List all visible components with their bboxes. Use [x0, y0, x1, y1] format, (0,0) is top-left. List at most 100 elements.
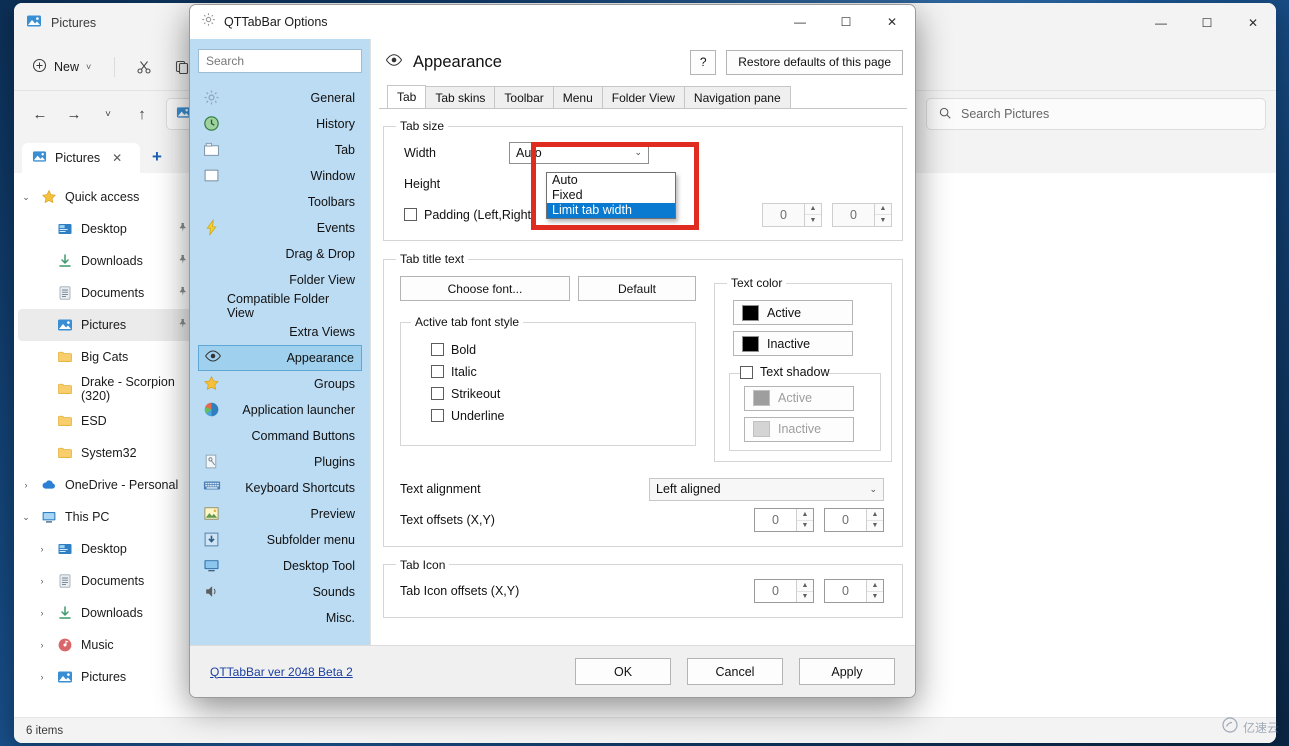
- padding-checkbox[interactable]: Padding (Left,Right): [394, 208, 535, 222]
- choose-font-button[interactable]: Choose font...: [400, 276, 570, 301]
- dialog-maximize-button[interactable]: ☐: [823, 5, 869, 39]
- spinner-buttons[interactable]: ▲ ▼: [866, 580, 883, 602]
- apply-button[interactable]: Apply: [799, 658, 895, 685]
- chevron-icon[interactable]: ⌄: [18, 512, 34, 523]
- spinner-buttons[interactable]: ▲ ▼: [796, 509, 813, 531]
- spinner-down-icon[interactable]: ▼: [805, 215, 821, 226]
- spinner-up-icon[interactable]: ▲: [797, 509, 813, 521]
- version-link[interactable]: QTTabBar ver 2048 Beta 2: [210, 665, 353, 679]
- dropdown-option-limit-tab-width[interactable]: Limit tab width: [547, 203, 675, 218]
- restore-defaults-button[interactable]: Restore defaults of this page: [726, 49, 903, 75]
- sidebar-item-preview[interactable]: Preview: [198, 501, 362, 527]
- spinner-buttons[interactable]: ▲ ▼: [796, 580, 813, 602]
- tab-tab-skins[interactable]: Tab skins: [425, 86, 496, 108]
- chevron-icon[interactable]: ›: [34, 640, 50, 650]
- chevron-icon[interactable]: ›: [34, 608, 50, 618]
- explorer-minimize-button[interactable]: —: [1138, 3, 1184, 43]
- padding-x-spinner[interactable]: 0 ▲ ▼: [762, 202, 822, 227]
- nav-tree-item-drake-scorpion-320[interactable]: Drake - Scorpion (320): [18, 373, 196, 405]
- explorer-maximize-button[interactable]: ☐: [1184, 3, 1230, 43]
- nav-tree-item-downloads[interactable]: Downloads: [18, 245, 196, 277]
- nav-tree-item-system32[interactable]: System32: [18, 437, 196, 469]
- sidebar-item-history[interactable]: History: [198, 111, 362, 137]
- pin-icon[interactable]: [177, 286, 188, 300]
- sidebar-item-application-launcher[interactable]: Application launcher: [198, 397, 362, 423]
- recent-locations-button[interactable]: ˅: [92, 98, 124, 130]
- pin-icon[interactable]: [177, 254, 188, 268]
- help-button[interactable]: ?: [690, 49, 717, 75]
- sidebar-item-command-buttons[interactable]: Command Buttons: [198, 423, 362, 449]
- sidebar-item-tab[interactable]: Tab: [198, 137, 362, 163]
- width-combo[interactable]: Auto ⌄: [509, 141, 649, 164]
- spinner-up-icon[interactable]: ▲: [867, 580, 883, 592]
- tab-navigation-pane[interactable]: Navigation pane: [683, 86, 791, 108]
- new-button[interactable]: New ˅: [24, 52, 102, 82]
- sidebar-item-general[interactable]: General: [198, 85, 362, 111]
- padding-y-spinner[interactable]: 0 ▲ ▼: [832, 202, 892, 227]
- spinner-up-icon[interactable]: ▲: [797, 580, 813, 592]
- tab-tab[interactable]: Tab: [387, 85, 427, 108]
- spinner-down-icon[interactable]: ▼: [867, 591, 883, 602]
- sidebar-item-misc[interactable]: Misc.: [198, 605, 362, 631]
- sidebar-item-toolbars[interactable]: Toolbars: [198, 189, 362, 215]
- sidebar-item-keyboard-shortcuts[interactable]: Keyboard Shortcuts: [198, 475, 362, 501]
- spinner-buttons[interactable]: ▲ ▼: [874, 203, 891, 226]
- font-style-checkbox-bold[interactable]: Bold: [431, 339, 476, 360]
- text-offset-y-spinner[interactable]: 0 ▲ ▼: [824, 508, 884, 532]
- chevron-icon[interactable]: ›: [34, 672, 50, 682]
- cancel-button[interactable]: Cancel: [687, 658, 783, 685]
- spinner-up-icon[interactable]: ▲: [805, 203, 821, 215]
- spinner-buttons[interactable]: ▲ ▼: [866, 509, 883, 531]
- nav-tree-item-onedrive-personal[interactable]: › OneDrive - Personal: [18, 469, 196, 501]
- options-search-input[interactable]: Search: [198, 49, 362, 73]
- spinner-down-icon[interactable]: ▼: [797, 520, 813, 531]
- nav-tree-item-this-pc[interactable]: ⌄ This PC: [18, 501, 196, 533]
- up-button[interactable]: ↑: [126, 98, 158, 130]
- sidebar-item-drag-drop[interactable]: Drag & Drop: [198, 241, 362, 267]
- explorer-close-button[interactable]: ✕: [1230, 3, 1276, 43]
- search-input[interactable]: Search Pictures: [926, 98, 1266, 130]
- pin-icon[interactable]: [177, 222, 188, 236]
- shadow-inactive-color-button[interactable]: Inactive: [744, 416, 854, 442]
- chevron-icon[interactable]: ›: [18, 480, 34, 490]
- new-tab-button[interactable]: +: [142, 142, 172, 172]
- spinner-down-icon[interactable]: ▼: [867, 520, 883, 531]
- explorer-tab-pictures[interactable]: Pictures ✕: [22, 143, 140, 173]
- chevron-icon[interactable]: ›: [34, 544, 50, 554]
- chevron-icon[interactable]: ›: [34, 576, 50, 586]
- sidebar-item-appearance[interactable]: Appearance: [198, 345, 362, 371]
- tab-icon-offset-x-spinner[interactable]: 0 ▲ ▼: [754, 579, 814, 603]
- font-style-checkbox-underline[interactable]: Underline: [431, 405, 505, 426]
- nav-tree-item-downloads[interactable]: › Downloads: [18, 597, 196, 629]
- text-alignment-combo[interactable]: Left aligned ⌄: [649, 477, 884, 501]
- tab-toolbar[interactable]: Toolbar: [494, 86, 554, 108]
- inactive-color-button[interactable]: Inactive: [733, 331, 853, 356]
- sidebar-item-desktop-tool[interactable]: Desktop Tool: [198, 553, 362, 579]
- text-shadow-checkbox[interactable]: Text shadow: [740, 365, 829, 379]
- close-icon[interactable]: ✕: [112, 151, 122, 165]
- tab-folder-view[interactable]: Folder View: [601, 86, 685, 108]
- spinner-down-icon[interactable]: ▼: [797, 591, 813, 602]
- sidebar-item-plugins[interactable]: Plugins: [198, 449, 362, 475]
- spinner-up-icon[interactable]: ▲: [875, 203, 891, 215]
- tab-icon-offset-y-spinner[interactable]: 0 ▲ ▼: [824, 579, 884, 603]
- dialog-minimize-button[interactable]: —: [777, 5, 823, 39]
- spinner-up-icon[interactable]: ▲: [867, 509, 883, 521]
- back-button[interactable]: ←: [24, 98, 56, 130]
- spinner-down-icon[interactable]: ▼: [875, 215, 891, 226]
- sidebar-item-extra-views[interactable]: Extra Views: [198, 319, 362, 345]
- width-dropdown-popup[interactable]: Auto Fixed Limit tab width: [546, 172, 676, 219]
- nav-tree-item-pictures[interactable]: › Pictures: [18, 661, 196, 693]
- ok-button[interactable]: OK: [575, 658, 671, 685]
- sidebar-item-window[interactable]: Window: [198, 163, 362, 189]
- font-style-checkbox-italic[interactable]: Italic: [431, 361, 477, 382]
- nav-tree-item-desktop[interactable]: › Desktop: [18, 533, 196, 565]
- text-offset-x-spinner[interactable]: 0 ▲ ▼: [754, 508, 814, 532]
- dropdown-option-auto[interactable]: Auto: [547, 173, 675, 188]
- forward-button[interactable]: →: [58, 98, 90, 130]
- nav-tree-item-documents[interactable]: › Documents: [18, 565, 196, 597]
- nav-tree-item-pictures[interactable]: Pictures: [18, 309, 196, 341]
- default-font-button[interactable]: Default: [578, 276, 696, 301]
- tab-menu[interactable]: Menu: [552, 86, 603, 108]
- nav-tree-item-quick-access[interactable]: ⌄ Quick access: [18, 181, 196, 213]
